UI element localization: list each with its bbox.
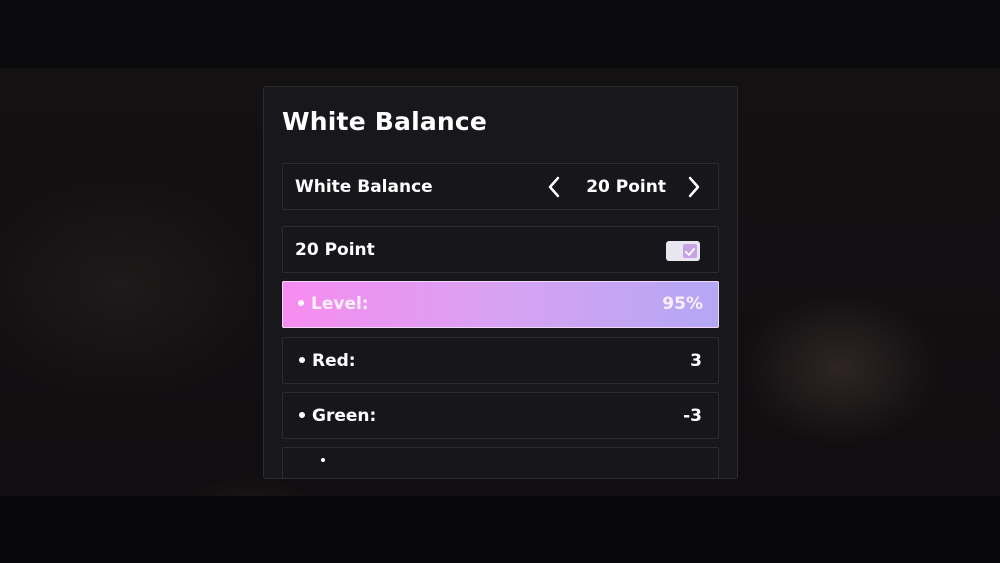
- bullet-icon: [298, 299, 304, 306]
- panel-title: White Balance: [282, 107, 488, 136]
- red-label: Red:: [299, 351, 356, 371]
- white-balance-mode-selector[interactable]: 20 Point: [544, 174, 704, 200]
- checkbox-checked-icon: [683, 244, 697, 258]
- twenty-point-toggle[interactable]: [666, 241, 700, 261]
- white-balance-mode-value: 20 Point: [586, 177, 666, 197]
- green-setting-row[interactable]: Green: -3: [282, 392, 719, 439]
- next-setting-row-partial[interactable]: [282, 447, 719, 478]
- twenty-point-row[interactable]: 20 Point: [282, 226, 719, 273]
- bottom-letterbox: [0, 496, 1000, 563]
- green-label: Green:: [299, 406, 376, 426]
- top-letterbox: [0, 0, 1000, 68]
- twenty-point-label: 20 Point: [295, 240, 375, 260]
- white-balance-mode-label: White Balance: [295, 177, 433, 197]
- white-balance-mode-row[interactable]: White Balance 20 Point: [282, 163, 719, 210]
- level-label: Level:: [298, 294, 369, 314]
- white-balance-panel: White Balance White Balance 20 Point 20 …: [263, 86, 738, 479]
- bullet-icon: [299, 411, 305, 418]
- red-setting-row[interactable]: Red: 3: [282, 337, 719, 384]
- level-value: 95%: [662, 294, 703, 314]
- bullet-icon: [299, 356, 305, 363]
- chevron-left-icon[interactable]: [544, 175, 564, 199]
- level-setting-row[interactable]: Level: 95%: [282, 281, 719, 328]
- green-value: -3: [683, 406, 702, 426]
- bullet-icon: [321, 458, 325, 462]
- red-value: 3: [690, 351, 702, 371]
- chevron-right-icon[interactable]: [684, 175, 704, 199]
